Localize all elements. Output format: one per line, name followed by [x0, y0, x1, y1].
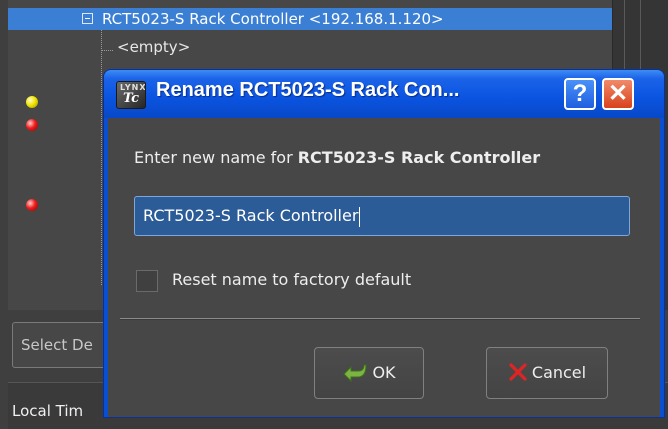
tree-item-label: RCT5023-S Rack Controller <192.168.1.120… — [102, 10, 444, 28]
dialog-body: Enter new name for RCT5023-S Rack Contro… — [108, 118, 660, 417]
close-button[interactable]: ✕ — [602, 78, 634, 110]
tree-line — [101, 50, 113, 51]
ok-arrow-icon — [343, 364, 367, 382]
dialog-titlebar[interactable]: LYNX Tc Rename RCT5023-S Rack Con... ? ✕ — [104, 70, 664, 118]
collapse-icon[interactable] — [82, 13, 93, 24]
help-button[interactable]: ? — [564, 78, 596, 110]
tree-item-empty[interactable]: <empty> — [117, 38, 190, 56]
cancel-label: Cancel — [531, 363, 587, 382]
lynx-app-icon: LYNX Tc — [116, 81, 146, 109]
tree-item-rack-controller[interactable]: RCT5023-S Rack Controller <192.168.1.120… — [8, 8, 612, 30]
rename-dialog: LYNX Tc Rename RCT5023-S Rack Con... ? ✕ … — [104, 70, 664, 417]
status-red-icon — [26, 199, 38, 211]
cancel-button[interactable]: Cancel — [486, 347, 608, 399]
status-yellow-icon — [26, 96, 38, 108]
ok-label: OK — [372, 363, 396, 382]
rename-prompt: Enter new name for RCT5023-S Rack Contro… — [134, 148, 540, 167]
status-red-icon — [26, 119, 38, 131]
dialog-title: Rename RCT5023-S Rack Con... — [156, 79, 460, 101]
local-time-label: Local Tim — [12, 402, 84, 420]
ok-button[interactable]: OK — [314, 347, 424, 399]
tree-line — [101, 30, 102, 285]
reset-default-label[interactable]: Reset name to factory default — [172, 270, 411, 289]
cancel-x-icon — [509, 362, 527, 381]
reset-default-checkbox[interactable] — [136, 270, 158, 292]
prompt-device-name: RCT5023-S Rack Controller — [297, 148, 541, 167]
separator — [120, 318, 640, 320]
prompt-prefix: Enter new name for — [134, 148, 298, 167]
text-caret — [359, 206, 361, 227]
new-name-input[interactable]: RCT5023-S Rack Controller — [134, 196, 630, 236]
input-text: RCT5023-S Rack Controller — [143, 206, 359, 225]
